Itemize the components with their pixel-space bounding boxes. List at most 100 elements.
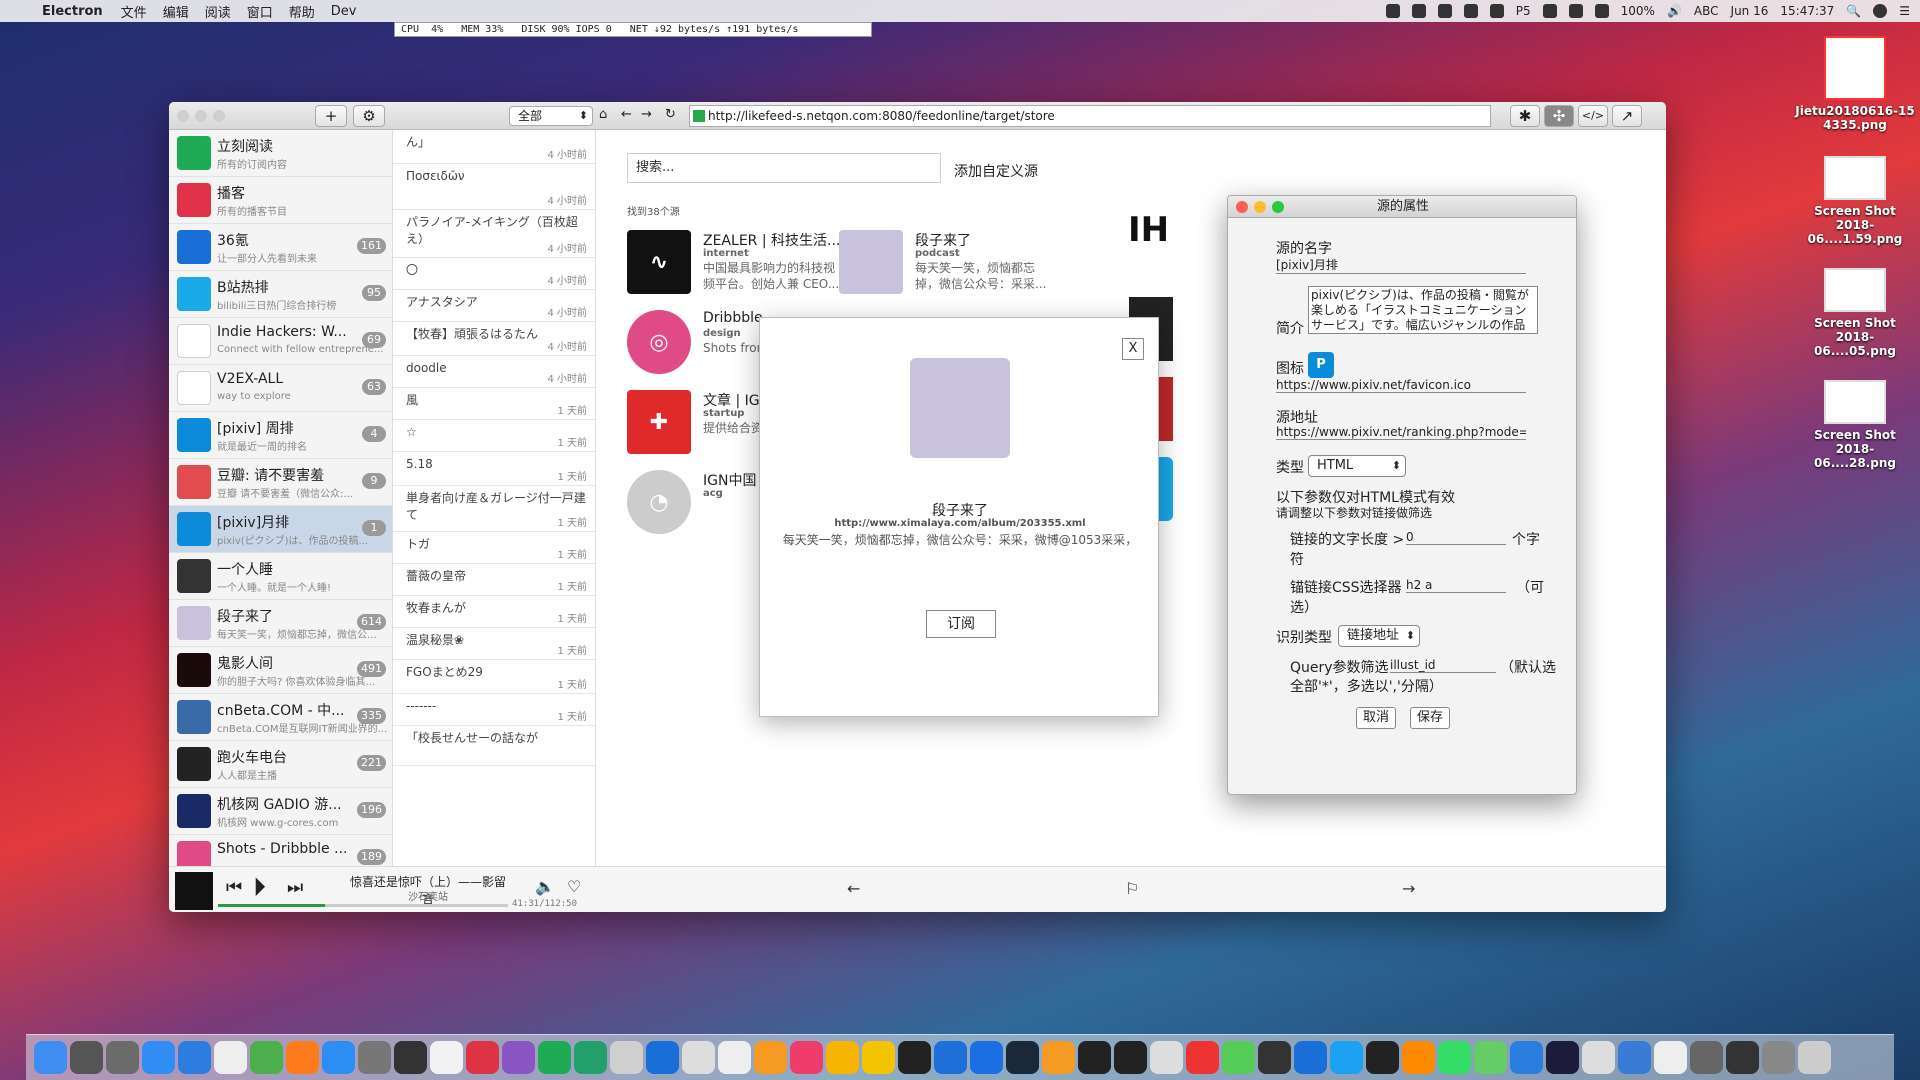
- previous-page-arrow-icon[interactable]: ←: [847, 879, 860, 898]
- previous-track-icon[interactable]: ⏮: [226, 877, 242, 898]
- zoom-window-button[interactable]: [213, 110, 225, 122]
- time-machine-icon[interactable]: [1542, 4, 1557, 18]
- player-cover-image[interactable]: [175, 872, 213, 910]
- dock-app-icon[interactable]: [430, 1041, 463, 1074]
- menu-window[interactable]: 窗口: [247, 2, 273, 21]
- modal-close-button[interactable]: X: [1122, 338, 1144, 360]
- dock-app-icon[interactable]: [286, 1041, 319, 1074]
- subscribe-button[interactable]: 订阅: [926, 610, 996, 638]
- menu-help[interactable]: 帮助: [289, 2, 315, 21]
- menu-edit[interactable]: 编辑: [163, 2, 189, 21]
- dock-app-icon[interactable]: [34, 1041, 67, 1074]
- feed-item[interactable]: 36氪 让一部分人先看到未来 161: [169, 224, 392, 271]
- menu-file[interactable]: 文件: [121, 2, 147, 21]
- props-minimize-button[interactable]: [1254, 201, 1266, 213]
- source-url-field[interactable]: https://www.pixiv.net/ranking.php?mode=m: [1276, 425, 1526, 440]
- dock-app-icon[interactable]: [1186, 1041, 1219, 1074]
- favorite-heart-icon[interactable]: ♡: [567, 877, 581, 896]
- dock-app-icon[interactable]: [718, 1041, 751, 1074]
- desktop-file-screenshot-1[interactable]: Screen Shot 2018-06....1.59.png: [1795, 156, 1915, 246]
- list-item[interactable]: 5.18 1 天前: [393, 452, 595, 486]
- dock-app-icon[interactable]: [1726, 1041, 1759, 1074]
- code-icon[interactable]: </>: [1578, 105, 1608, 127]
- partial-card-ih[interactable]: IH: [1128, 210, 1169, 250]
- feed-item[interactable]: [pixiv] 周排 就是最近一周的排名 4: [169, 412, 392, 459]
- dock-app-icon[interactable]: [934, 1041, 967, 1074]
- feed-item[interactable]: 段子来了 每天笑一笑，烦恼都忘掉，微信公... 614: [169, 600, 392, 647]
- dock-app-icon[interactable]: [1690, 1041, 1723, 1074]
- dock-app-icon[interactable]: [1114, 1041, 1147, 1074]
- flag-icon[interactable]: ⚐: [1125, 879, 1139, 898]
- feed-item[interactable]: Indie Hackers: W... Connect with fellow e…: [169, 318, 392, 365]
- feed-item[interactable]: [pixiv]月排 pixiv(ピクシブ)は、作品の投稿... 1: [169, 506, 392, 553]
- dock-app-icon[interactable]: [250, 1041, 283, 1074]
- dock-app-icon[interactable]: [1150, 1041, 1183, 1074]
- feed-item[interactable]: 鬼影人间 你的胆子大吗? 你喜欢体验身临其... 491: [169, 647, 392, 694]
- type-select[interactable]: HTML: [1308, 455, 1406, 477]
- player-progress-bar[interactable]: [218, 904, 508, 907]
- name-field[interactable]: [pixiv]月排: [1276, 256, 1526, 274]
- source-card[interactable]: ∿ ZEALER | 科技生活... internet 中国最具影响力的科技视频平台。…: [627, 230, 840, 300]
- wifi-icon[interactable]: [1594, 4, 1609, 18]
- list-item[interactable]: 「校長せんせーの話なが: [393, 726, 595, 766]
- close-window-button[interactable]: [177, 110, 189, 122]
- list-item[interactable]: ☆ 1 天前: [393, 420, 595, 452]
- desktop-file-screenshot-2[interactable]: Screen Shot 2018-06....05.png: [1795, 268, 1915, 358]
- list-item[interactable]: FGOまとめ29 1 天前: [393, 660, 595, 694]
- list-item[interactable]: ん」 4 小时前: [393, 130, 595, 164]
- dock-app-icon[interactable]: [1006, 1041, 1039, 1074]
- dock-app-icon[interactable]: [682, 1041, 715, 1074]
- dock-app-icon[interactable]: [358, 1041, 391, 1074]
- source-card[interactable]: 段子来了 podcast 每天笑一笑，烦恼都忘掉，微信公众号：采采...: [839, 230, 1049, 300]
- forward-arrow-icon[interactable]: →: [641, 107, 652, 122]
- desktop-file-screenshot-3[interactable]: Screen Shot 2018-06....28.png: [1795, 380, 1915, 470]
- list-item[interactable]: doodle 4 小时前: [393, 356, 595, 388]
- url-bar[interactable]: http://likefeed-s.netqon.com:8080/feedon…: [689, 105, 1491, 127]
- cancel-button[interactable]: 取消: [1356, 707, 1396, 729]
- dock-app-icon[interactable]: [1618, 1041, 1651, 1074]
- feed-item[interactable]: B站热排 bilibili三日热门综合排行榜 95: [169, 271, 392, 318]
- list-item[interactable]: 風1 天前: [393, 388, 595, 420]
- p5-status[interactable]: P5: [1516, 4, 1531, 18]
- desktop-file-jietu[interactable]: Jietu20180616-15 4335.png: [1795, 36, 1915, 132]
- input-source[interactable]: ABC: [1694, 4, 1719, 18]
- icon-url-field[interactable]: https://www.pixiv.net/favicon.ico: [1276, 378, 1526, 393]
- dock-app-icon[interactable]: [826, 1041, 859, 1074]
- dropbox-icon[interactable]: [1385, 4, 1400, 18]
- list-item[interactable]: 薔薇の皇帝 1 天前: [393, 564, 595, 596]
- list-item[interactable]: トガ 1 天前: [393, 532, 595, 564]
- dock-app-icon[interactable]: [574, 1041, 607, 1074]
- clock-time[interactable]: 15:47:37: [1780, 4, 1834, 18]
- back-arrow-icon[interactable]: ←: [621, 107, 632, 122]
- dock-app-icon[interactable]: [1330, 1041, 1363, 1074]
- dock-app-icon[interactable]: [178, 1041, 211, 1074]
- add-custom-source-link[interactable]: 添加自定义源: [954, 161, 1038, 181]
- dock-app-icon[interactable]: [1438, 1041, 1471, 1074]
- list-item[interactable]: アナスタシア 4 小时前: [393, 290, 595, 322]
- query-filter-field[interactable]: illust_id: [1390, 658, 1496, 673]
- next-page-arrow-icon[interactable]: →: [1402, 879, 1415, 898]
- dock-app-icon[interactable]: [1258, 1041, 1291, 1074]
- dock-app-icon[interactable]: [1366, 1041, 1399, 1074]
- feed-item[interactable]: 一个人睡 一个人睡。就是一个人睡!: [169, 553, 392, 600]
- play-icon[interactable]: ⏵: [253, 873, 266, 904]
- dock-app-icon[interactable]: [70, 1041, 103, 1074]
- dock-app-icon[interactable]: [610, 1041, 643, 1074]
- props-zoom-button[interactable]: [1272, 201, 1284, 213]
- list-item[interactable]: 【牧春】頑張るはるたん 4 小时前: [393, 322, 595, 356]
- dock-app-icon[interactable]: [1402, 1041, 1435, 1074]
- dock-app-icon[interactable]: [754, 1041, 787, 1074]
- dock-app-icon[interactable]: [394, 1041, 427, 1074]
- feed-item[interactable]: 机核网 GADIO 游... 机核网 www.g-cores.com 196: [169, 788, 392, 835]
- dock-app-icon[interactable]: [1222, 1041, 1255, 1074]
- list-item[interactable]: Ποσειδῶν 4 小时前: [393, 164, 595, 210]
- bluetooth-icon[interactable]: [1568, 4, 1583, 18]
- intro-textarea[interactable]: pixiv(ピクシブ)は、作品の投稿・閲覧が楽しめる「イラストコミュニケーション…: [1308, 286, 1538, 334]
- feed-item[interactable]: cnBeta.COM - 中... cnBeta.COM是互联网IT新闻业界的..…: [169, 694, 392, 741]
- volume-icon[interactable]: 🔊: [1667, 4, 1682, 18]
- feed-item[interactable]: 跑火车电台 人人都是主播 221: [169, 741, 392, 788]
- dock-app-icon[interactable]: [538, 1041, 571, 1074]
- clock-date[interactable]: Jun 16: [1731, 4, 1769, 18]
- feed-item[interactable]: 豆瓣: 请不要害羞 豆瓣 请不要害羞（微信公众:... 9: [169, 459, 392, 506]
- dock-app-icon[interactable]: [502, 1041, 535, 1074]
